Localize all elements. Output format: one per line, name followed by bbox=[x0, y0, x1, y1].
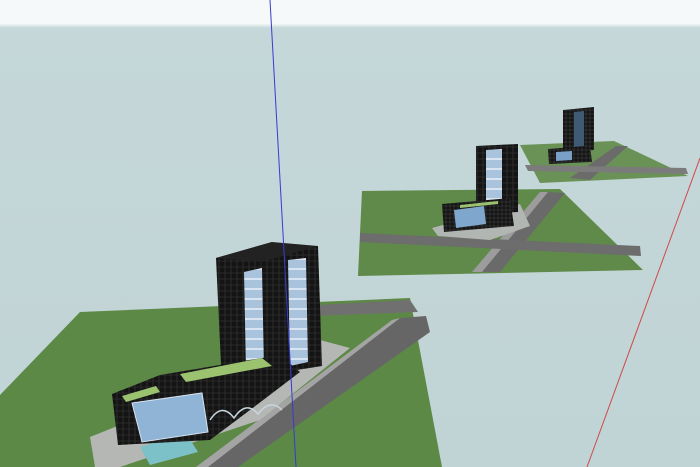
sky-top-band bbox=[0, 0, 700, 24]
far-podium-glass bbox=[556, 151, 572, 161]
main-tower-glass-left bbox=[244, 268, 264, 372]
3d-scene-canvas[interactable] bbox=[0, 0, 700, 467]
far-tower-glass bbox=[574, 111, 584, 147]
middle-tower-glass bbox=[486, 149, 502, 206]
modeling-viewport[interactable] bbox=[0, 0, 700, 467]
main-tower-glass-right bbox=[288, 258, 308, 366]
